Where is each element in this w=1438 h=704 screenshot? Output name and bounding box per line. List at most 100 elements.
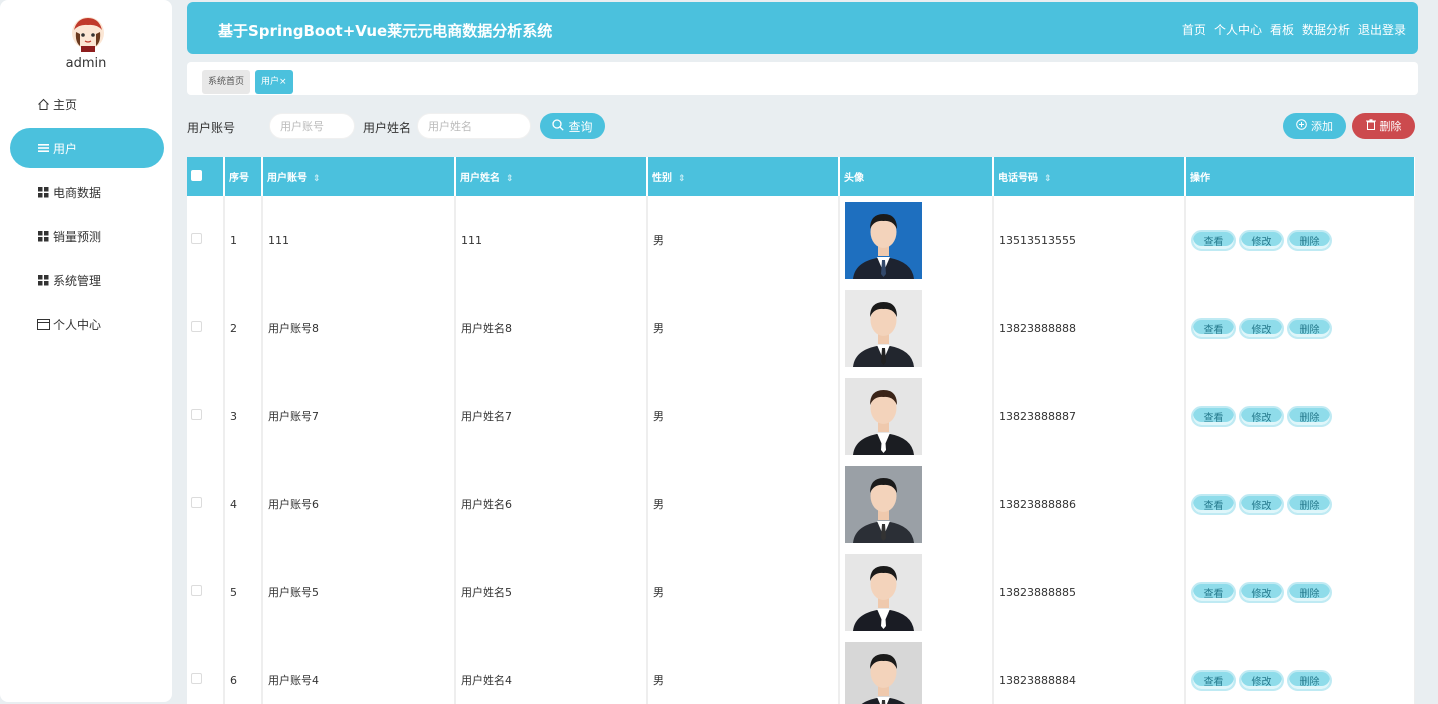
cell-no: 3 — [224, 372, 263, 460]
sort-icon[interactable]: ⇕ — [313, 174, 321, 184]
row-checkbox[interactable] — [191, 497, 202, 508]
row-checkbox-cell — [187, 548, 225, 636]
row-checkbox[interactable] — [191, 321, 202, 332]
delete-button[interactable]: 删除 — [1287, 669, 1332, 691]
search-bar: 用户账号 用户姓名 查询 添加 删除 — [187, 113, 1418, 139]
sidebar-item-sales-forecast[interactable]: 销量预测 — [10, 216, 164, 256]
sidebar-item-system-management[interactable]: 系统管理 — [10, 260, 164, 300]
table-row: 3 用户账号7 用户姓名7 男 13823888887 查看 修改 删除 — [187, 372, 1415, 460]
cell-name: 111 — [455, 196, 648, 284]
cell-account: 111 — [262, 196, 456, 284]
sidebar-item-ecommerce-data[interactable]: 电商数据 — [10, 172, 164, 212]
cell-actions: 查看 修改 删除 — [1185, 372, 1415, 460]
sidebar-item-users[interactable]: 用户 — [10, 128, 164, 168]
edit-button[interactable]: 修改 — [1239, 405, 1284, 427]
user-table: 序号 用户账号 ⇕ 用户姓名 ⇕ 性别 ⇕ 头像 电话号码 ⇕ 操作 1 111 111 男 1… — [187, 157, 1415, 704]
cell-actions: 查看 修改 删除 — [1185, 548, 1415, 636]
sort-icon[interactable]: ⇕ — [506, 174, 514, 184]
name-label: 用户姓名 — [363, 121, 412, 135]
row-checkbox[interactable] — [191, 409, 202, 420]
column-header-name[interactable]: 用户姓名 ⇕ — [455, 157, 648, 196]
table-row: 4 用户账号6 用户姓名6 男 13823888886 查看 修改 删除 — [187, 460, 1415, 548]
nav-data-analysis-link[interactable]: 数据分析 — [1302, 21, 1350, 38]
column-header-account[interactable]: 用户账号 ⇕ — [262, 157, 456, 196]
cell-avatar — [839, 636, 994, 704]
nav-home-link[interactable]: 首页 — [1182, 21, 1206, 38]
row-checkbox[interactable] — [191, 585, 202, 596]
edit-button[interactable]: 修改 — [1239, 229, 1284, 251]
bulk-delete-button[interactable]: 删除 — [1352, 113, 1415, 139]
cell-account: 用户账号5 — [262, 548, 456, 636]
view-button[interactable]: 查看 — [1191, 317, 1236, 339]
column-header-phone[interactable]: 电话号码 ⇕ — [993, 157, 1186, 196]
sort-icon[interactable]: ⇕ — [1044, 174, 1052, 184]
view-button[interactable]: 查看 — [1191, 405, 1236, 427]
user-photo[interactable] — [845, 465, 922, 543]
user-photo[interactable] — [845, 201, 922, 279]
user-photo[interactable] — [845, 289, 922, 367]
account-search-input[interactable] — [269, 113, 355, 139]
sidebar-item-label: 销量预测 — [53, 229, 102, 244]
user-photo[interactable] — [845, 553, 922, 631]
column-header-label: 用户账号 — [267, 173, 307, 184]
cell-name: 用户姓名7 — [455, 372, 648, 460]
cell-phone: 13823888885 — [993, 548, 1186, 636]
view-button[interactable]: 查看 — [1191, 581, 1236, 603]
column-header-gender[interactable]: 性别 ⇕ — [647, 157, 840, 196]
cell-gender: 男 — [647, 284, 840, 372]
sidebar: admin 主页 用户 电商数据 销量预测 系统管理 个人中心 — [0, 0, 172, 702]
plus-circle-icon — [1296, 119, 1307, 133]
view-button[interactable]: 查看 — [1191, 493, 1236, 515]
nav-personal-center-link[interactable]: 个人中心 — [1214, 21, 1262, 38]
sidebar-item-label: 主页 — [53, 97, 78, 112]
cell-no: 5 — [224, 548, 263, 636]
user-photo[interactable] — [845, 641, 922, 704]
cell-gender: 男 — [647, 460, 840, 548]
select-all-checkbox[interactable] — [191, 169, 202, 181]
tabs-bar: 系统首页 用户× — [187, 62, 1418, 95]
delete-button-label: 删除 — [1379, 120, 1402, 133]
row-checkbox[interactable] — [191, 673, 202, 684]
cell-name: 用户姓名4 — [455, 636, 648, 704]
name-search-input[interactable] — [417, 113, 531, 139]
edit-button[interactable]: 修改 — [1239, 317, 1284, 339]
home-icon — [36, 97, 50, 111]
view-button[interactable]: 查看 — [1191, 229, 1236, 251]
column-header-label: 用户姓名 — [460, 173, 500, 184]
cell-no: 2 — [224, 284, 263, 372]
avatar[interactable] — [71, 16, 105, 52]
delete-button[interactable]: 删除 — [1287, 317, 1332, 339]
cell-no: 4 — [224, 460, 263, 548]
sidebar-menu: 主页 用户 电商数据 销量预测 系统管理 个人中心 — [10, 84, 164, 348]
sidebar-item-personal-center[interactable]: 个人中心 — [10, 304, 164, 344]
row-checkbox[interactable] — [191, 233, 202, 244]
row-checkbox-cell — [187, 284, 225, 372]
query-button[interactable]: 查询 — [540, 113, 605, 139]
user-photo[interactable] — [845, 377, 922, 455]
sidebar-item-home[interactable]: 主页 — [10, 84, 164, 124]
delete-button[interactable]: 删除 — [1287, 405, 1332, 427]
column-header-avatar: 头像 — [839, 157, 994, 196]
column-header-label: 头像 — [844, 173, 864, 184]
edit-button[interactable]: 修改 — [1239, 669, 1284, 691]
cell-actions: 查看 修改 删除 — [1185, 284, 1415, 372]
row-checkbox-cell — [187, 636, 225, 704]
delete-button[interactable]: 删除 — [1287, 493, 1332, 515]
grid-icon — [36, 273, 50, 287]
delete-button[interactable]: 删除 — [1287, 229, 1332, 251]
nav-logout-link[interactable]: 退出登录 — [1358, 21, 1406, 38]
select-all-checkbox-cell — [187, 157, 225, 196]
add-button[interactable]: 添加 — [1283, 113, 1346, 139]
sidebar-item-label: 个人中心 — [53, 317, 102, 332]
tab-users[interactable]: 用户× — [255, 70, 293, 94]
view-button[interactable]: 查看 — [1191, 669, 1236, 691]
delete-button[interactable]: 删除 — [1287, 581, 1332, 603]
cell-gender: 男 — [647, 636, 840, 704]
edit-button[interactable]: 修改 — [1239, 581, 1284, 603]
tab-system-home[interactable]: 系统首页 — [202, 70, 251, 94]
sort-icon[interactable]: ⇕ — [678, 174, 686, 184]
edit-button[interactable]: 修改 — [1239, 493, 1284, 515]
table-row: 5 用户账号5 用户姓名5 男 13823888885 查看 修改 删除 — [187, 548, 1415, 636]
cell-no: 1 — [224, 196, 263, 284]
nav-dashboard-link[interactable]: 看板 — [1270, 21, 1294, 38]
